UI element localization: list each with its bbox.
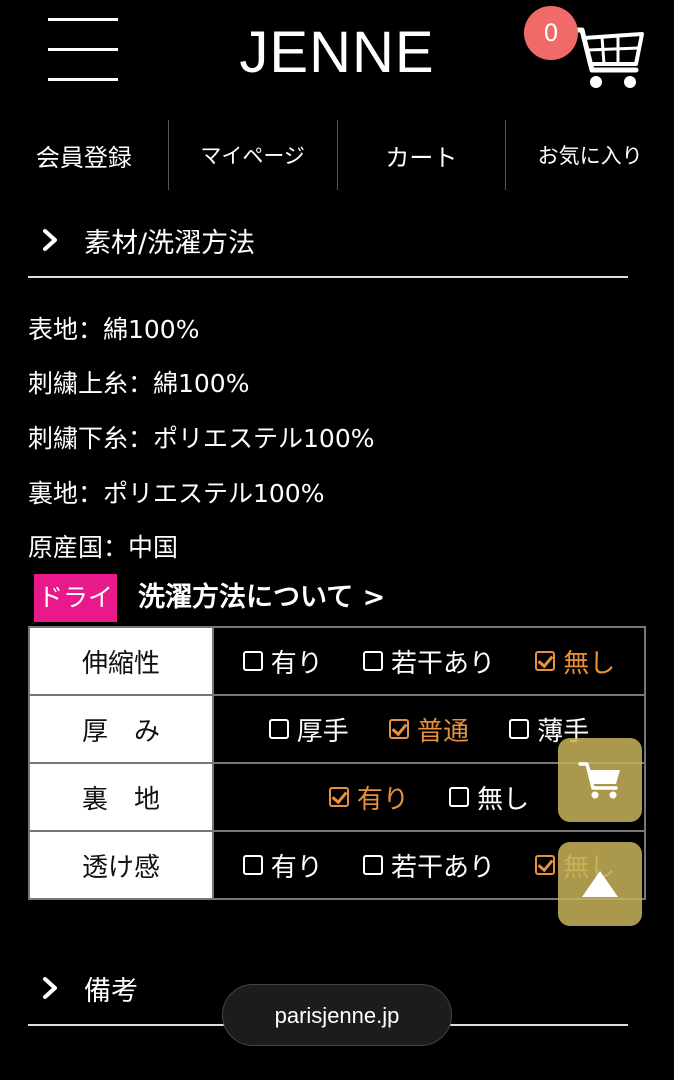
material-line: 裏地：ポリエステル100% xyxy=(28,479,325,508)
table-row: 伸縮性 有り 若干あり 無し xyxy=(28,626,646,696)
checkbox-icon xyxy=(362,855,383,875)
table-row: 厚 み 厚手 普通 薄手 xyxy=(28,694,646,764)
dry-clean-badge: ドライ xyxy=(34,574,118,622)
spec-label: 裏 地 xyxy=(28,762,214,832)
material-line: 表地：綿100% xyxy=(28,315,200,344)
nav-cart[interactable]: カート xyxy=(338,120,507,190)
checkbox-icon xyxy=(242,651,263,671)
nav-register[interactable]: 会員登録 xyxy=(0,120,169,190)
cart-icon[interactable] xyxy=(566,20,646,92)
material-line: 刺繍上糸：綿100% xyxy=(28,369,250,398)
spec-option-checked: 無し xyxy=(535,643,615,680)
checkbox-checked-icon xyxy=(535,855,556,875)
floating-cart-button[interactable] xyxy=(558,738,642,822)
spec-option: 若干あり xyxy=(362,643,495,680)
checkbox-icon xyxy=(509,719,530,739)
spec-options: 有り 若干あり 無し xyxy=(212,626,646,696)
spec-option: 厚手 xyxy=(268,711,349,748)
checkbox-checked-icon xyxy=(328,787,349,807)
spec-table: 伸縮性 有り 若干あり 無し 厚 み 厚手 普通 薄手 裏 地 有り 無し 透け… xyxy=(28,626,646,900)
spec-option: 有り xyxy=(242,643,323,680)
spec-option: 無し xyxy=(449,779,529,816)
section-title: 備考 xyxy=(84,975,138,1007)
scroll-to-top-button[interactable] xyxy=(558,842,642,926)
top-nav: 会員登録 マイページ カート お気に入り xyxy=(0,120,674,190)
cart-count-badge: 0 xyxy=(524,6,578,60)
material-line: 刺繍下糸：ポリエステル100% xyxy=(28,424,375,453)
checkbox-icon xyxy=(268,719,289,739)
checkbox-icon xyxy=(449,787,470,807)
chevron-right-icon xyxy=(32,970,68,1006)
section-title: 素材/洗濯方法 xyxy=(84,227,256,259)
cart-icon xyxy=(578,762,620,799)
spec-label: 透け感 xyxy=(28,830,214,900)
checkbox-icon xyxy=(362,651,383,671)
nav-mypage[interactable]: マイページ xyxy=(169,120,338,190)
checkbox-checked-icon xyxy=(388,719,409,739)
spec-option: 有り xyxy=(242,847,323,884)
url-bar[interactable]: parisjenne.jp xyxy=(222,984,452,1046)
spec-option-checked: 有り xyxy=(328,779,409,816)
checkbox-checked-icon xyxy=(535,651,556,671)
table-row: 裏 地 有り 無し xyxy=(28,762,646,832)
spec-label: 伸縮性 xyxy=(28,626,214,696)
nav-favorites[interactable]: お気に入り xyxy=(506,120,674,190)
wash-method-link[interactable]: 洗濯方法について > xyxy=(138,574,385,622)
material-line: 原産国：中国 xyxy=(28,533,179,562)
chevron-right-icon xyxy=(32,222,68,258)
spec-label: 厚 み xyxy=(28,694,214,764)
spec-option: 若干あり xyxy=(362,847,495,884)
material-section-header[interactable]: 素材/洗濯方法 xyxy=(28,204,628,278)
arrow-up-icon xyxy=(582,871,618,897)
table-row: 透け感 有り 若干あり 無し xyxy=(28,830,646,900)
spec-option-checked: 普通 xyxy=(388,711,469,748)
checkbox-icon xyxy=(242,855,263,875)
